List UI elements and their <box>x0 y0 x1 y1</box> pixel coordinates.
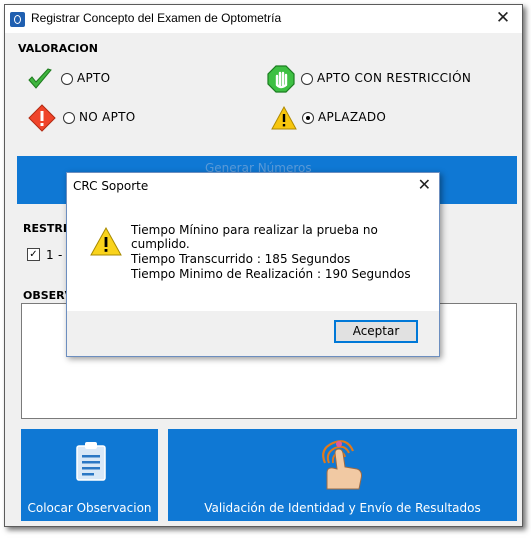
apto-label[interactable]: APTO <box>77 71 110 85</box>
hand-stop-icon <box>267 65 295 93</box>
dialog-message: Tiempo Mínino para realizar la prueba no… <box>131 223 378 251</box>
red-diamond-warning-icon <box>28 104 56 132</box>
validacion-envio-button[interactable]: Validación de Identidad y Envío de Resul… <box>168 429 517 521</box>
dialog-elapsed-time: Tiempo Transcurrido : 185 Segundos <box>131 252 351 266</box>
aplazado-label[interactable]: APLAZADO <box>318 110 386 124</box>
apto-con-restriccion-label[interactable]: APTO CON RESTRICCIÓN <box>317 71 471 85</box>
restriccion-item-label: 1 - <box>46 248 63 262</box>
aceptar-button[interactable]: Aceptar <box>334 320 418 343</box>
fingerprint-touch-icon <box>322 440 362 490</box>
dialog-title-bar: CRC Soporte ✕ <box>67 173 439 199</box>
dialog-minimum-time: Tiempo Minimo de Realización : 190 Segun… <box>131 267 411 281</box>
colocar-observacion-button[interactable]: Colocar Observacion <box>21 429 158 521</box>
apto-con-restriccion-radio[interactable] <box>301 73 313 85</box>
window-close-button[interactable]: ✕ <box>492 8 514 28</box>
apto-radio[interactable] <box>61 73 73 85</box>
no-apto-radio[interactable] <box>63 112 75 124</box>
window-title: Registrar Concepto del Examen de Optomet… <box>31 11 282 25</box>
yellow-warning-icon <box>271 106 297 130</box>
dialog-close-button[interactable]: ✕ <box>418 175 431 194</box>
crc-soporte-dialog: CRC Soporte ✕ Tiempo Mínino para realiza… <box>66 172 440 357</box>
aplazado-radio[interactable] <box>302 112 314 124</box>
title-bar: Registrar Concepto del Examen de Optomet… <box>5 5 522 33</box>
no-apto-label[interactable]: NO APTO <box>79 110 136 124</box>
valoracion-heading: VALORACION <box>18 42 98 55</box>
validacion-envio-label: Validación de Identidad y Envío de Resul… <box>204 501 481 515</box>
clipboard-icon <box>76 442 106 481</box>
checkmark-icon <box>28 68 52 89</box>
colocar-observacion-label: Colocar Observacion <box>27 501 152 515</box>
dialog-title: CRC Soporte <box>73 179 149 193</box>
restriccion-checkbox[interactable]: ✓ <box>27 248 40 261</box>
warning-icon <box>90 227 122 256</box>
app-icon <box>10 12 25 27</box>
dialog-body: Tiempo Mínino para realizar la prueba no… <box>67 199 439 311</box>
